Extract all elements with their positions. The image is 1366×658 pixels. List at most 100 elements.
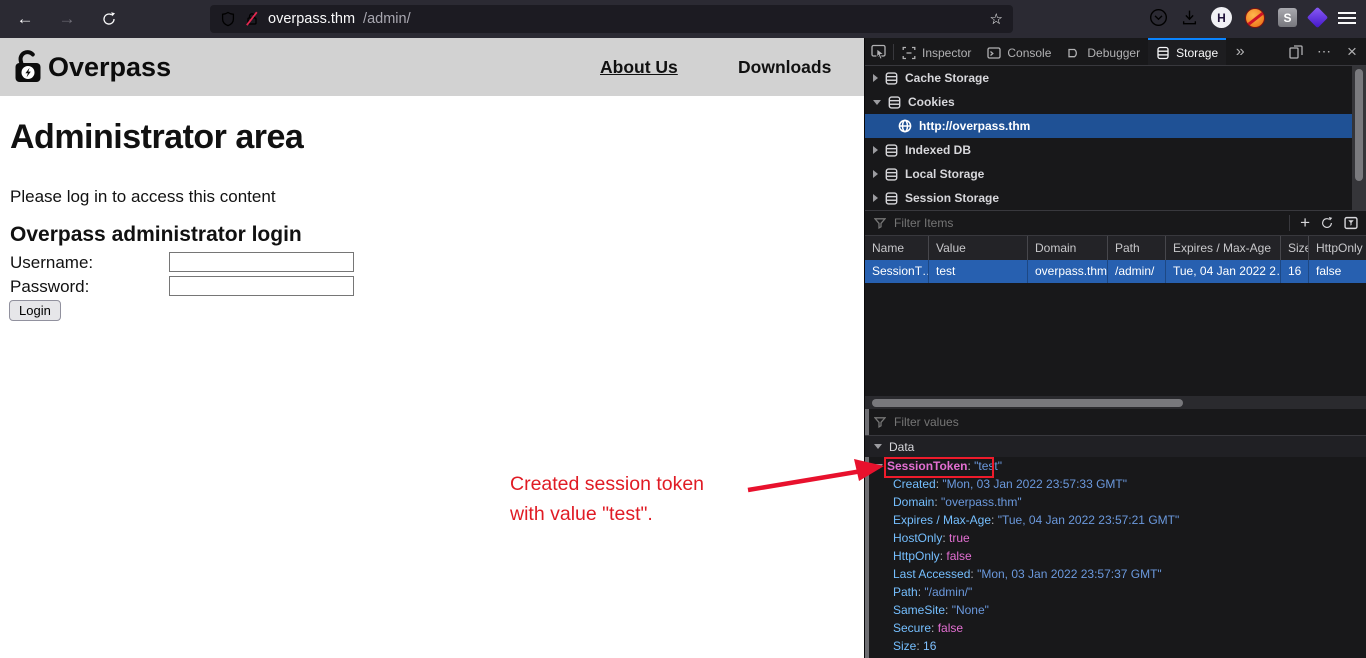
tab-console[interactable]: Console (979, 38, 1059, 65)
back-icon: ← (16, 9, 34, 28)
pocket-icon[interactable] (1149, 8, 1168, 27)
tree-label: Indexed DB (905, 143, 972, 157)
tree-item-session-storage[interactable]: Session Storage (865, 186, 1366, 210)
nav-about-us-link[interactable]: About Us (600, 57, 678, 78)
chevron-down-icon (874, 444, 882, 449)
responsive-mode-button[interactable] (1282, 38, 1310, 65)
username-label: Username: (10, 253, 94, 272)
nav-downloads-link[interactable]: Downloads (738, 57, 831, 78)
prop-secure[interactable]: Secure: false (865, 619, 1366, 637)
prop-last-accessed[interactable]: Last Accessed: "Mon, 03 Jan 2022 23:57:3… (865, 565, 1366, 583)
chevron-right-icon[interactable] (873, 74, 878, 82)
cell-path: /admin/ (1107, 260, 1165, 283)
tree-item-local-storage[interactable]: Local Storage (865, 162, 1366, 186)
cell-name: SessionT… (872, 264, 928, 278)
database-icon (885, 191, 898, 205)
horizontal-scrollbar-thumb[interactable] (872, 399, 1183, 407)
forward-button[interactable]: → (54, 7, 80, 31)
column-header[interactable]: HttpOnly (1308, 236, 1366, 260)
tree-item-indexed-db[interactable]: Indexed DB (865, 138, 1366, 162)
extension-fox-icon[interactable] (1245, 7, 1265, 28)
tab-label: Storage (1176, 45, 1219, 60)
page-content: Overpass About Us Downloads Administrato… (0, 38, 864, 658)
prop-samesite[interactable]: SameSite: "None" (865, 601, 1366, 619)
menu-hamburger-icon[interactable] (1338, 11, 1356, 24)
tree-item-cookies[interactable]: Cookies (865, 90, 1366, 114)
prop-httponly[interactable]: HttpOnly: false (865, 547, 1366, 565)
tree-scrollbar-thumb[interactable] (1355, 69, 1363, 181)
cookie-root-row[interactable]: SessionToken: "test" (865, 457, 1366, 475)
tree-label: Cookies (908, 95, 955, 109)
prop-path[interactable]: Path: "/admin/" (865, 583, 1366, 601)
tab-label: Console (1007, 45, 1052, 60)
browser-toolbar: ← → overpass.thm/admin/ ☆ H S (0, 0, 1366, 38)
tab-inspector[interactable]: Inspector (894, 38, 979, 65)
funnel-icon (874, 218, 886, 229)
more-tabs-button[interactable]: » (1226, 38, 1254, 65)
cell-httponly: false (1308, 260, 1366, 283)
prop-size[interactable]: Size: 16 (865, 637, 1366, 655)
cookie-table-row[interactable]: SessionT… test overpass.thm /admin/ Tue,… (865, 260, 1366, 283)
bookmark-star-icon[interactable]: ☆ (990, 10, 1003, 28)
prop-expires[interactable]: Expires / Max-Age: "Tue, 04 Jan 2022 23:… (865, 511, 1366, 529)
forward-icon: → (58, 9, 76, 28)
tree-item-cache-storage[interactable]: Cache Storage (865, 66, 1366, 90)
globe-icon (898, 119, 912, 133)
back-button[interactable]: ← (12, 7, 38, 31)
chevron-right-icon[interactable] (873, 194, 878, 202)
tree-label: Cache Storage (905, 71, 990, 85)
password-input[interactable] (169, 276, 354, 296)
column-header[interactable]: Value (928, 236, 1027, 260)
devtools-panel: Inspector Console Debugger Storage » ⋯ ×… (865, 38, 1366, 658)
column-header[interactable]: Domain (1027, 236, 1107, 260)
extension-h-icon[interactable]: H (1211, 7, 1232, 28)
tab-debugger[interactable]: Debugger (1059, 38, 1148, 65)
shield-icon[interactable] (220, 11, 236, 27)
prop-hostonly[interactable]: HostOnly: true (865, 529, 1366, 547)
prop-created[interactable]: Created: "Mon, 03 Jan 2022 23:57:33 GMT" (865, 475, 1366, 493)
extension-purple-icon[interactable] (1306, 6, 1329, 29)
login-button[interactable]: Login (9, 300, 61, 321)
devtools-close-button[interactable]: × (1338, 38, 1366, 65)
chevron-right-icon[interactable] (873, 170, 878, 178)
column-header[interactable]: Path (1107, 236, 1165, 260)
column-header[interactable]: Expires / Max-Age (1165, 236, 1280, 260)
add-item-button[interactable]: + (1300, 213, 1310, 233)
username-input[interactable] (169, 252, 354, 272)
cell-size: 16 (1280, 260, 1308, 283)
chevron-down-icon[interactable] (875, 464, 883, 469)
debugger-icon (1068, 48, 1078, 57)
reload-icon (103, 12, 115, 25)
data-section-header[interactable]: Data (865, 436, 1366, 457)
meatball-menu-icon: ⋯ (1317, 43, 1331, 59)
element-picker-button[interactable] (865, 38, 893, 65)
tab-storage[interactable]: Storage (1148, 38, 1227, 65)
devtools-menu-button[interactable]: ⋯ (1310, 38, 1338, 65)
funnel-icon (874, 417, 886, 428)
prop-domain[interactable]: Domain: "overpass.thm" (865, 493, 1366, 511)
filter-items-bar[interactable]: Filter Items + (865, 210, 1366, 236)
element-picker-icon (871, 44, 886, 59)
refresh-button[interactable] (1320, 216, 1334, 230)
cookie-table-header: Name Value Domain Path Expires / Max-Age… (865, 236, 1366, 260)
column-header[interactable]: Name (865, 236, 928, 260)
site-header: Overpass About Us Downloads (0, 38, 864, 96)
filter-values-bar[interactable]: Filter values (865, 409, 1366, 436)
overpass-logo-icon (15, 50, 41, 82)
console-icon (987, 46, 1002, 59)
horizontal-scrollbar[interactable] (865, 396, 1366, 409)
close-icon: × (1347, 41, 1357, 61)
tree-scrollbar[interactable] (1352, 66, 1366, 210)
toggle-sidebar-button[interactable] (1344, 216, 1358, 230)
tree-item-overpass-host[interactable]: http://overpass.thm (865, 114, 1366, 138)
cell-value: test (928, 260, 1027, 283)
download-icon[interactable] (1181, 9, 1198, 26)
column-header[interactable]: Size (1280, 236, 1308, 260)
url-bar[interactable]: overpass.thm/admin/ ☆ (210, 5, 1013, 33)
chevron-down-icon[interactable] (873, 99, 881, 105)
insecure-lock-icon[interactable] (244, 11, 260, 27)
extension-s-icon[interactable]: S (1278, 8, 1297, 27)
reload-button[interactable] (96, 7, 122, 31)
chevron-right-icon[interactable] (873, 146, 878, 154)
database-icon (885, 71, 898, 85)
